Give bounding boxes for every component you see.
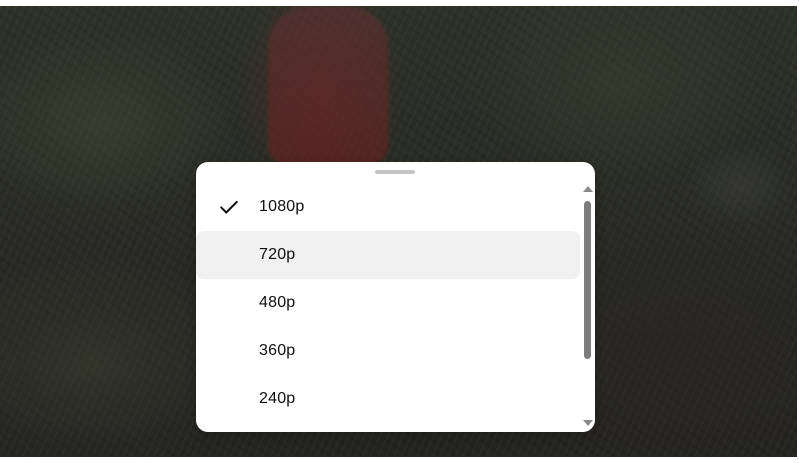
quality-menu-sheet: 1080p 720p 480p 360p 240p bbox=[196, 162, 595, 432]
quality-option-720p[interactable]: 720p bbox=[196, 231, 580, 279]
quality-option-label: 360p bbox=[259, 342, 296, 359]
quality-option-label: 1080p bbox=[259, 198, 305, 215]
quality-option-360p[interactable]: 360p bbox=[196, 327, 580, 375]
quality-option-label: 480p bbox=[259, 294, 296, 311]
quality-option-240p[interactable]: 240p bbox=[196, 375, 580, 423]
quality-option-480p[interactable]: 480p bbox=[196, 279, 580, 327]
scroll-up-arrow-icon[interactable] bbox=[583, 186, 593, 192]
quality-option-1080p[interactable]: 1080p bbox=[196, 183, 580, 231]
checkmark-icon bbox=[220, 200, 238, 214]
quality-option-label: 240p bbox=[259, 390, 296, 407]
scroll-down-arrow-icon[interactable] bbox=[583, 420, 593, 426]
quality-option-label: 720p bbox=[259, 246, 296, 263]
drag-handle[interactable] bbox=[375, 170, 415, 174]
scrollbar-thumb[interactable] bbox=[584, 201, 591, 359]
quality-options-list: 1080p 720p 480p 360p 240p bbox=[196, 183, 580, 423]
